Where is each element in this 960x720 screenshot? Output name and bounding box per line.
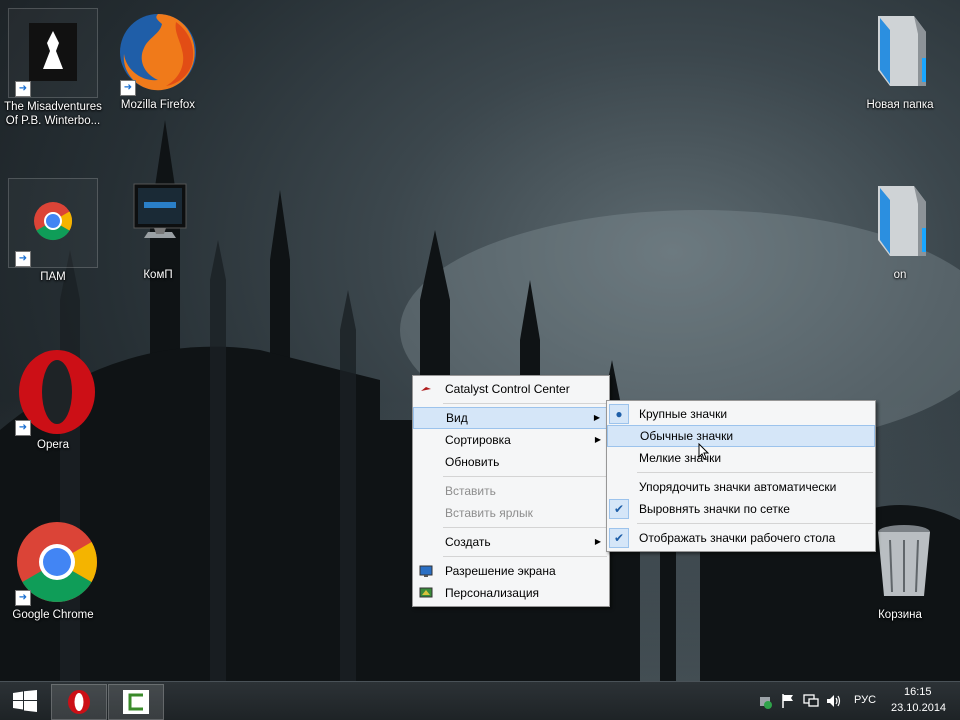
view-item-align-to-grid[interactable]: ✔ Выровнять значки по сетке [607,498,875,520]
menu-item-view[interactable]: Вид ▶ [413,407,609,429]
menu-separator [443,527,607,528]
personalize-icon [419,587,433,598]
menu-item-paste[interactable]: Вставить [413,480,609,502]
menu-item-label: Обычные значки [640,429,734,443]
desktop-icon-firefox[interactable]: ➜ Mozilla Firefox [108,8,208,112]
menu-item-new[interactable]: Создать ▶ [413,531,609,553]
menu-item-label: Обновить [445,455,500,469]
camtasia-icon [123,690,149,714]
windows-logo-icon [13,690,37,712]
view-item-small-icons[interactable]: Мелкие значки [607,447,875,469]
desktop-icon-label: The Misadventures Of P.B. Winterbo... [4,101,102,127]
submenu-arrow-icon: ▶ [593,413,600,422]
menu-item-label: Вставить ярлык [445,506,533,520]
menu-item-label: Выровнять значки по сетке [639,502,790,516]
submenu-arrow-icon: ▶ [594,435,601,444]
taskbar-camtasia-button[interactable] [108,684,164,720]
shortcut-arrow-icon: ➜ [15,251,31,267]
desktop-context-menu: Catalyst Control Center Вид ▶ Сортировка… [412,375,610,607]
menu-item-paste-shortcut[interactable]: Вставить ярлык [413,502,609,524]
menu-item-label: Catalyst Control Center [445,382,570,396]
computer-icon [114,178,202,266]
view-item-medium-icons[interactable]: Обычные значки [607,425,875,447]
desktop-icon-pam[interactable]: ➜ ПАМ [3,178,103,284]
network-icon[interactable] [803,693,819,709]
chrome-icon: ➜ [8,178,98,268]
desktop-icon-label: Opera [37,439,69,451]
catalyst-icon [421,387,431,391]
menu-item-sort[interactable]: Сортировка ▶ [413,429,609,451]
desktop-icon-misadventures[interactable]: ➜ The Misadventures Of P.B. Winterbo... [3,8,103,128]
shortcut-arrow-icon: ➜ [15,81,31,97]
start-button[interactable] [0,684,54,718]
menu-separator [637,472,873,473]
taskbar-opera-button[interactable] [51,684,107,720]
menu-item-screen-resolution[interactable]: Разрешение экрана [413,560,609,582]
radio-bullet-icon: ● [609,404,629,424]
menu-separator [443,476,607,477]
shortcut-arrow-icon: ➜ [15,420,31,436]
submenu-arrow-icon: ▶ [594,537,601,546]
network-update-icon[interactable] [758,693,772,709]
shortcut-arrow-icon: ➜ [15,590,31,606]
view-item-show-desktop-icons[interactable]: ✔ Отображать значки рабочего стола [607,527,875,549]
desktop-icon-label: Mozilla Firefox [120,99,196,111]
desktop-icon-opera[interactable]: ➜ Opera [3,348,103,452]
menu-separator [637,523,873,524]
menu-item-personalize[interactable]: Персонализация [413,582,609,604]
menu-item-label: Отображать значки рабочего стола [639,531,836,545]
desktop-icon-on[interactable]: on [850,178,950,282]
action-center-flag-icon[interactable] [781,693,795,709]
folder-icon [856,8,944,96]
desktop-icon-label: Новая папка [866,99,934,111]
menu-item-label: Вид [446,411,468,425]
view-item-large-icons[interactable]: ● Крупные значки [607,403,875,425]
desktop-icon-label: Корзина [878,609,922,621]
menu-item-label: Персонализация [445,586,540,600]
menu-separator [443,556,607,557]
menu-item-label: Сортировка [445,433,511,447]
opera-icon [68,690,90,714]
menu-separator [443,403,607,404]
clock-time[interactable]: 16:15 [904,686,932,698]
desktop-icon-komp[interactable]: КомП [108,178,208,282]
desktop-icon-new-folder[interactable]: Новая папка [850,8,950,112]
taskbar: РУС 16:15 23.10.2014 [0,681,960,720]
language-indicator[interactable]: РУС [854,694,876,706]
checkmark-icon: ✔ [609,499,629,519]
menu-item-label: Упорядочить значки автоматически [639,480,837,494]
clock-date[interactable]: 23.10.2014 [891,702,946,714]
menu-item-refresh[interactable]: Обновить [413,451,609,473]
menu-item-label: Создать [445,535,491,549]
desktop-icon-label: ПАМ [40,271,66,283]
menu-item-catalyst[interactable]: Catalyst Control Center [413,378,609,400]
firefox-icon: ➜ [114,8,202,96]
view-submenu: ● Крупные значки Обычные значки Мелкие з… [606,400,876,552]
menu-item-label: Вставить [445,484,496,498]
menu-item-label: Крупные значки [639,407,728,421]
volume-icon[interactable] [826,693,842,709]
game-icon: ➜ [8,8,98,98]
desktop-icon-label: on [893,269,907,281]
shortcut-arrow-icon: ➜ [120,80,136,96]
chrome-icon: ➜ [9,518,97,606]
opera-icon: ➜ [9,348,97,436]
view-item-auto-arrange[interactable]: Упорядочить значки автоматически [607,476,875,498]
desktop-icon-google-chrome[interactable]: ➜ Google Chrome [3,518,103,622]
screen-resolution-icon [419,565,433,577]
desktop-icon-label: Google Chrome [12,609,94,621]
mouse-cursor-icon [698,443,710,460]
folder-icon [856,178,944,266]
menu-item-label: Разрешение экрана [445,564,556,578]
desktop-icon-label: КомП [143,269,173,281]
checkmark-icon: ✔ [609,528,629,548]
